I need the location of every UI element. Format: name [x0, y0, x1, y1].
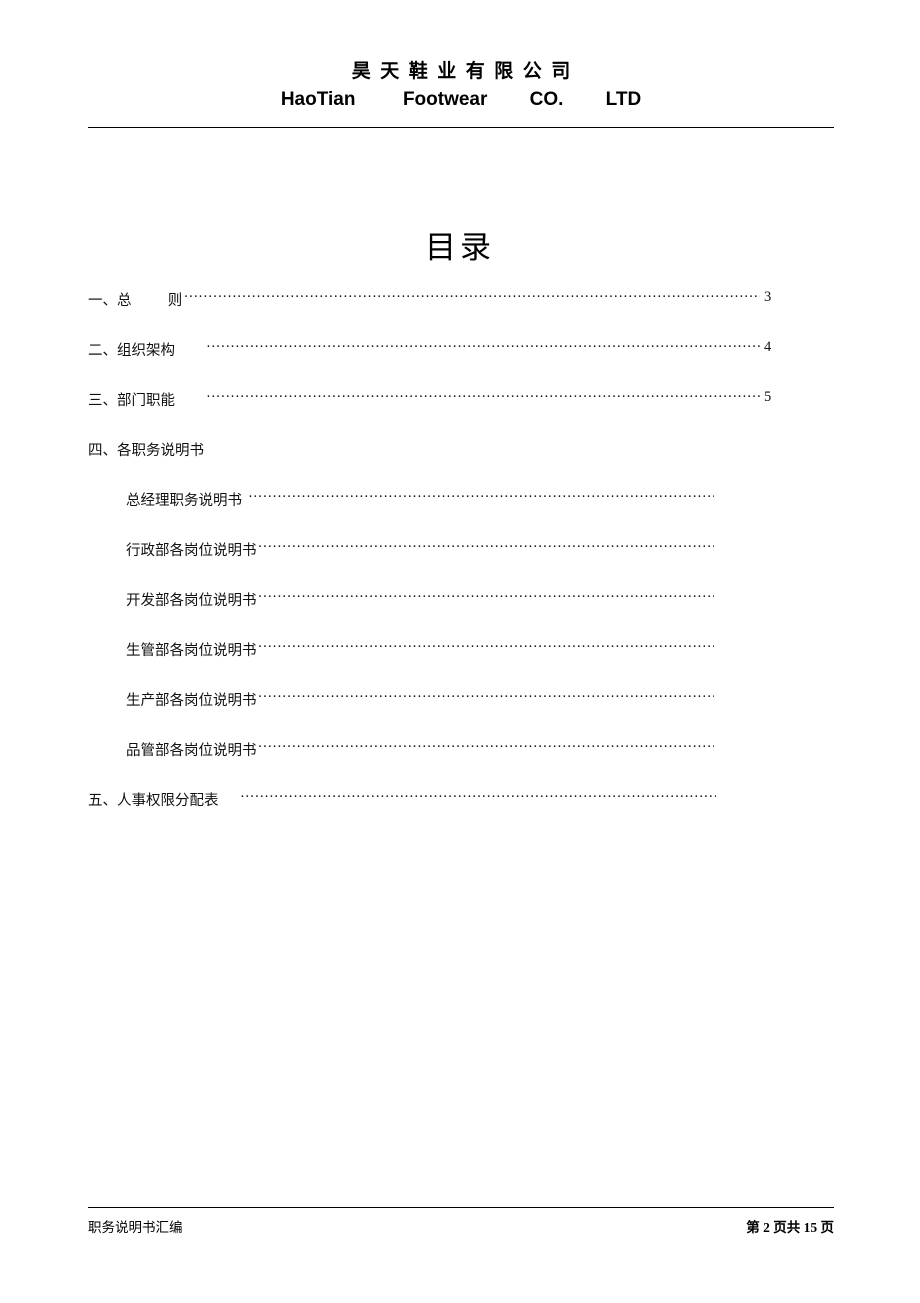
footer-divider: [88, 1207, 834, 1208]
document-header: 昊 天 鞋 业 有 限 公 司 HaoTian Footwear CO. LTD: [88, 58, 834, 114]
toc-leader-dots: ········································…: [248, 639, 714, 655]
toc-entry[interactable]: ········································…: [88, 339, 834, 389]
toc-entry-label: 二、组织架构: [88, 339, 177, 360]
page-title: 目录: [425, 230, 495, 265]
toc-leader-dots: ········································…: [174, 289, 762, 305]
footer-document-name: 职务说明书汇编: [88, 1220, 183, 1235]
toc-leader-dots: ········································…: [248, 589, 714, 605]
toc-entry[interactable]: ········································…: [88, 689, 834, 739]
toc-entry-page-number: 3: [760, 289, 772, 306]
toc-entry-label: 生管部各岗位说明书: [88, 639, 259, 660]
toc-entry-label: 行政部各岗位说明书: [88, 539, 259, 560]
toc-entry-label: 四、各职务说明书: [88, 439, 206, 460]
company-name-cn: 昊 天 鞋 业 有 限 公 司: [351, 61, 571, 82]
toc-entry[interactable]: ········································…: [88, 289, 834, 339]
table-of-contents: ········································…: [88, 289, 834, 839]
toc-entry[interactable]: ········································…: [88, 489, 834, 539]
toc-entry[interactable]: ········································…: [88, 539, 834, 589]
toc-leader-dots: ········································…: [248, 739, 714, 755]
toc-leader-dots: ········································…: [240, 789, 716, 805]
toc-leader-dots: ········································…: [206, 389, 762, 405]
toc-entry[interactable]: ········································…: [88, 639, 834, 689]
toc-leader-dots: ········································…: [248, 539, 714, 555]
toc-entry[interactable]: ········································…: [88, 739, 834, 789]
toc-leader-dots: ········································…: [206, 339, 762, 355]
toc-leader-dots: ········································…: [248, 689, 714, 705]
toc-entry-label: 总经理职务说明书: [88, 489, 244, 510]
toc-entry[interactable]: ········································…: [88, 389, 834, 439]
footer-page-number: 第 2 页共 15 页: [746, 1220, 834, 1235]
toc-entry[interactable]: 四、各职务说明书: [88, 439, 834, 489]
toc-entry-label: 品管部各岗位说明书: [88, 739, 259, 760]
toc-entry-page-number: 4: [760, 339, 772, 356]
toc-entry-label: 开发部各岗位说明书: [88, 589, 259, 610]
toc-entry-page-number: 5: [760, 389, 772, 406]
header-divider: [88, 127, 834, 128]
toc-entry[interactable]: ········································…: [88, 789, 834, 839]
toc-entry-label: 三、部门职能: [88, 389, 177, 410]
toc-entry-label: 五、人事权限分配表: [88, 789, 221, 810]
toc-entry-label: 生产部各岗位说明书: [88, 689, 259, 710]
company-name-en: HaoTian Footwear CO. LTD: [280, 89, 642, 110]
toc-leader-dots: ········································…: [248, 489, 714, 505]
document-page: 昊 天 鞋 业 有 限 公 司 HaoTian Footwear CO. LTD…: [0, 0, 920, 1303]
toc-entry-label: 一、总 则: [88, 289, 185, 310]
toc-entry[interactable]: ········································…: [88, 589, 834, 639]
